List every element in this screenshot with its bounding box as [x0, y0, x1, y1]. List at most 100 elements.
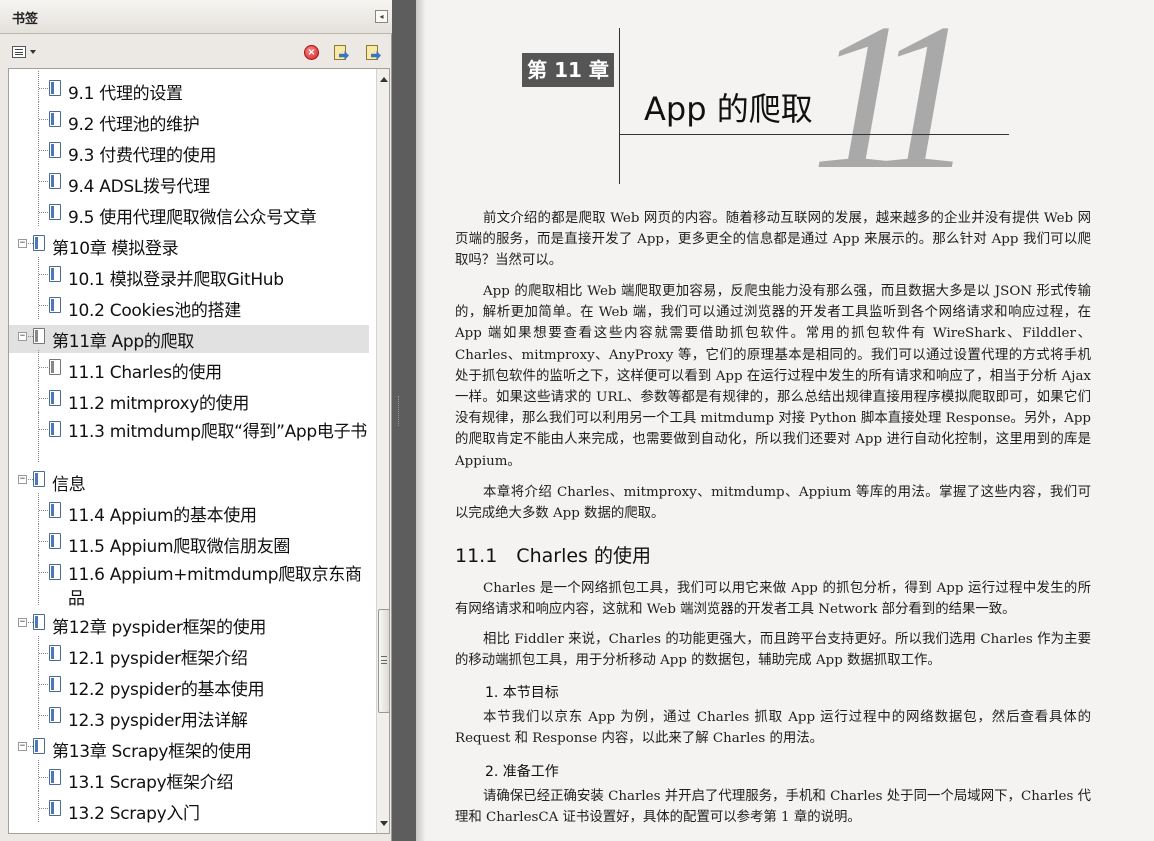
delete-icon: ×: [304, 45, 319, 60]
bookmark-item[interactable]: − 信息: [9, 468, 369, 496]
bookmark-item[interactable]: − 第12章 pyspider框架的使用: [9, 611, 369, 639]
bookmark-icon: [33, 614, 45, 630]
chapter-rule-vertical: [619, 28, 620, 184]
bookmark-label: 10.1 模拟登录并爬取GitHub: [68, 270, 284, 290]
tree-guide-line: [39, 777, 48, 778]
tree-guide-line: [39, 367, 48, 368]
bookmark-options-button[interactable]: [12, 46, 38, 62]
bookmark-icon: [49, 800, 61, 816]
bookmark-item[interactable]: 9.1 代理的设置: [9, 71, 369, 105]
bookmark-item[interactable]: 10.1 模拟登录并爬取GitHub: [9, 257, 369, 291]
tree-guide-line: [38, 412, 39, 462]
page-icon: [334, 45, 346, 60]
intro-paragraph-2: App 的爬取相比 Web 端爬取更加容易，反爬虫能力没有那么强，而且数据大多是…: [455, 284, 1091, 469]
bookmark-item[interactable]: 9.5 使用代理爬取微信公众号文章: [9, 195, 369, 229]
bookmark-label: 13.1 Scrapy框架介绍: [68, 773, 234, 793]
bookmark-label: 9.5 使用代理爬取微信公众号文章: [68, 208, 317, 228]
tree-guide-line: [39, 510, 48, 511]
bookmark-icon: [49, 111, 61, 127]
tree-guide-line: [39, 572, 48, 573]
list-options-icon: [12, 46, 26, 58]
collapse-toggle-icon[interactable]: −: [18, 742, 27, 751]
intro-paragraph-1: 前文介绍的都是爬取 Web 网页的内容。随着移动互联网的发展，越来越多的企业并没…: [455, 211, 1091, 269]
bookmark-label: 第13章 Scrapy框架的使用: [52, 742, 252, 762]
section-paragraph-2: 相比 Fiddler 来说，Charles 的功能更强大，而且跨平台支持更好。所…: [455, 632, 1091, 669]
bookmark-item[interactable]: 11.5 Appium爬取微信朋友圈: [9, 524, 369, 558]
tree-guide-line: [38, 667, 39, 698]
tree-guide-line: [38, 102, 39, 133]
bookmark-icon: [49, 297, 61, 313]
bookmark-label: 11.4 Appium的基本使用: [68, 506, 257, 526]
bookmark-icon: [33, 235, 45, 251]
collapse-panel-button[interactable]: ◂: [375, 10, 388, 23]
page-icon: [366, 45, 378, 60]
tree-guide-line: [39, 119, 48, 120]
collapse-toggle-icon[interactable]: −: [18, 618, 27, 627]
bookmark-icon: [49, 707, 61, 723]
bookmark-label: 9.1 代理的设置: [68, 84, 183, 104]
panel-splitter[interactable]: [393, 0, 415, 841]
bookmark-icon: [49, 533, 61, 549]
collapse-toggle-icon[interactable]: −: [18, 332, 27, 341]
bookmark-item[interactable]: − 第10章 模拟登录: [9, 232, 369, 260]
bookmark-item[interactable]: 11.2 mitmproxy的使用: [9, 381, 369, 415]
scrollbar-thumb[interactable]: [378, 609, 389, 713]
collapse-toggle-icon[interactable]: −: [18, 475, 27, 484]
splitter-grip-icon: [398, 396, 400, 426]
bookmark-item[interactable]: 11.4 Appium的基本使用: [9, 493, 369, 527]
tree-guide-line: [38, 636, 39, 667]
chapter-badge: 第 11 章: [522, 53, 614, 87]
bookmark-item[interactable]: 11.1 Charles的使用: [9, 350, 369, 384]
bookmark-label: 12.3 pyspider用法详解: [68, 711, 248, 731]
bookmark-item[interactable]: 10.2 Cookies池的搭建: [9, 288, 369, 322]
bookmark-label: 第10章 模拟登录: [52, 239, 179, 259]
bookmark-label: 11.2 mitmproxy的使用: [68, 394, 250, 414]
tree-guide-line: [38, 71, 39, 102]
tree-guide-line: [39, 429, 48, 430]
bookmark-icon: [49, 204, 61, 220]
tree-guide-line: [38, 524, 39, 555]
bookmark-item[interactable]: 13.1 Scrapy框架介绍: [9, 760, 369, 794]
bookmarks-toolbar: ×: [0, 38, 392, 68]
bookmark-item[interactable]: 11.3 mitmdump爬取“得到”App电子书: [9, 412, 369, 465]
tree-guide-line: [38, 350, 39, 381]
tree-guide-line: [39, 150, 48, 151]
new-bookmark-button[interactable]: [332, 45, 350, 63]
scroll-down-arrow-icon[interactable]: [380, 821, 388, 826]
bookmark-label: 11.5 Appium爬取微信朋友圈: [68, 537, 291, 557]
bookmarks-panel: 书签 ◂ × 9.1 代理的设置 9.2 代理池的维护 9.3 付费代理的使用 9.4…: [0, 0, 392, 841]
tree-guide-line: [39, 808, 48, 809]
bookmark-icon: [49, 769, 61, 785]
bookmark-item[interactable]: 12.2 pyspider的基本使用: [9, 667, 369, 701]
bookmark-item[interactable]: 9.3 付费代理的使用: [9, 133, 369, 167]
subsection-title-goal: 1. 本节目标: [485, 685, 559, 701]
bookmark-item[interactable]: 9.2 代理池的维护: [9, 102, 369, 136]
bookmark-icon: [49, 390, 61, 406]
subsection-title-prep: 2. 准备工作: [485, 764, 559, 780]
bookmarks-panel-header: 书签 ◂: [0, 0, 392, 34]
collapse-toggle-icon[interactable]: −: [18, 239, 27, 248]
tree-guide-line: [39, 305, 48, 306]
scroll-up-arrow-icon[interactable]: [380, 77, 388, 82]
bookmark-item[interactable]: 13.2 Scrapy入门: [9, 791, 369, 825]
bookmark-icon: [33, 738, 45, 754]
bookmark-item[interactable]: − 第13章 Scrapy框架的使用: [9, 735, 369, 763]
bookmark-label: 11.1 Charles的使用: [68, 363, 222, 383]
bookmark-label: 11.6 Appium+mitmdump爬取京东商品: [68, 565, 362, 609]
bookmark-item[interactable]: 12.1 pyspider框架介绍: [9, 636, 369, 670]
bookmark-item[interactable]: 11.6 Appium+mitmdump爬取京东商品: [9, 555, 369, 609]
tree-guide-line: [39, 541, 48, 542]
vertical-scrollbar[interactable]: [376, 69, 389, 833]
bookmark-label: 第11章 App的爬取: [52, 332, 194, 352]
bookmark-item[interactable]: 9.4 ADSL拨号代理: [9, 164, 369, 198]
bookmark-item[interactable]: − 第11章 App的爬取: [9, 325, 369, 353]
bookmark-icon: [49, 80, 61, 96]
tree-guide-line: [38, 791, 39, 822]
tree-guide-line: [38, 493, 39, 524]
delete-bookmark-button[interactable]: ×: [304, 45, 322, 63]
bookmark-icon: [49, 645, 61, 661]
bookmarks-panel-title: 书签: [12, 11, 39, 26]
expand-bookmark-button[interactable]: [364, 45, 382, 63]
bookmark-item[interactable]: 12.3 pyspider用法详解: [9, 698, 369, 732]
bookmark-label: 10.2 Cookies池的搭建: [68, 301, 242, 321]
